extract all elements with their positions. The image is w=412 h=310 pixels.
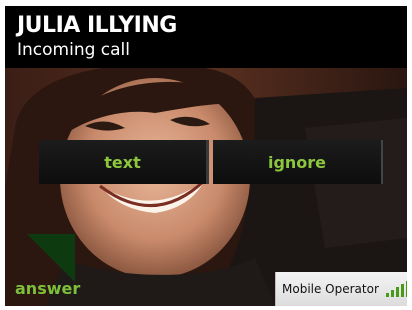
caller-name: JULIA ILLYING bbox=[17, 13, 177, 38]
answer-label: answer bbox=[15, 279, 81, 298]
incoming-call-screen: JULIA ILLYING Incoming call text ignore … bbox=[5, 6, 407, 306]
call-status: Incoming call bbox=[17, 40, 130, 60]
text-reply-button[interactable]: text bbox=[39, 140, 209, 184]
answer-tab-corner bbox=[27, 234, 75, 282]
operator-status-bar: Mobile Operator bbox=[275, 272, 407, 306]
call-action-bar: text ignore bbox=[39, 140, 385, 184]
call-header: JULIA ILLYING Incoming call bbox=[5, 6, 407, 68]
signal-bars-icon bbox=[385, 281, 407, 297]
answer-button[interactable]: answer bbox=[5, 234, 85, 306]
operator-name: Mobile Operator bbox=[282, 282, 379, 296]
ignore-button[interactable]: ignore bbox=[213, 140, 383, 184]
